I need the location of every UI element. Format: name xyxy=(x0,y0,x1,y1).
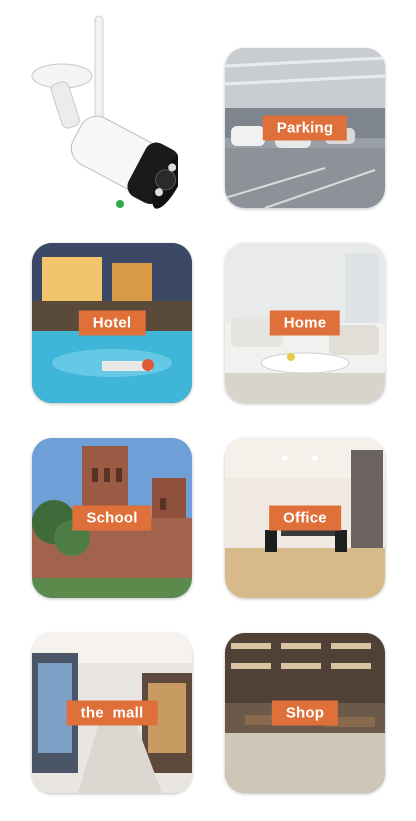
tile-mall[interactable]: the mall xyxy=(32,633,192,793)
tile-school[interactable]: School xyxy=(32,438,192,598)
tile-label-office: Office xyxy=(269,505,341,531)
tile-office[interactable]: Office xyxy=(225,438,385,598)
tile-shop[interactable]: Shop xyxy=(225,633,385,793)
tile-label-hotel: Hotel xyxy=(78,310,146,336)
tile-label-parking: Parking xyxy=(262,115,348,141)
tile-label-home: Home xyxy=(269,310,341,336)
tile-parking[interactable]: Parking xyxy=(225,48,385,208)
tile-hotel[interactable]: Hotel xyxy=(32,243,192,403)
tile-label-school: School xyxy=(72,505,152,531)
security-camera-icon xyxy=(28,14,186,219)
tile-home[interactable]: Home xyxy=(225,243,385,403)
tile-label-shop: Shop xyxy=(271,700,339,726)
tile-label-mall: the mall xyxy=(66,700,158,726)
